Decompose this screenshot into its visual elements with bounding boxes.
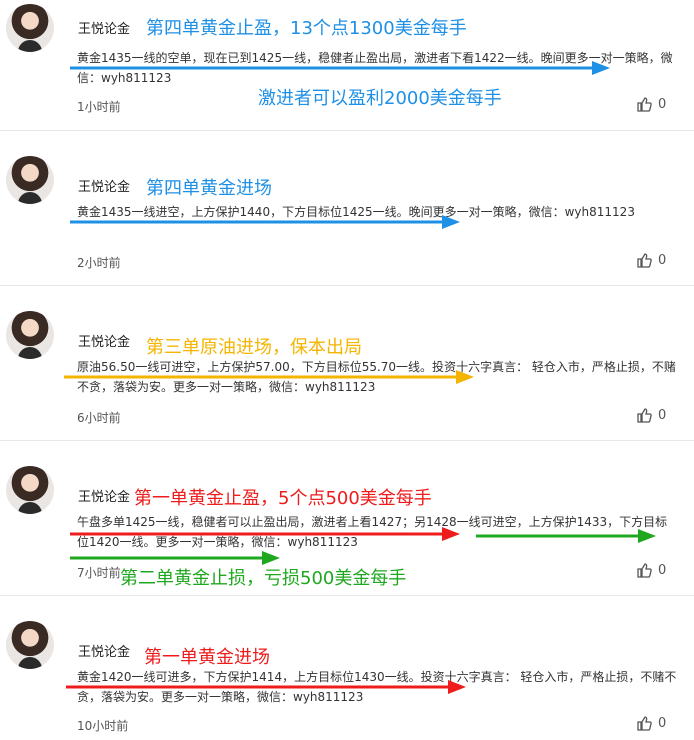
divider xyxy=(0,595,694,596)
thumbs-up-icon xyxy=(637,97,652,112)
like-button[interactable]: 0 xyxy=(636,252,666,268)
divider xyxy=(0,440,694,441)
arrow-blue xyxy=(70,215,460,229)
author-name[interactable]: 王悦论金 xyxy=(78,176,130,195)
like-count: 0 xyxy=(658,562,667,578)
avatar[interactable] xyxy=(6,4,54,52)
arrow-blue xyxy=(70,61,610,75)
divider xyxy=(0,285,694,286)
avatar[interactable] xyxy=(6,621,54,669)
avatar[interactable] xyxy=(6,466,54,514)
annotation-secondary: 激进者可以盈利2000美金每手 xyxy=(258,88,502,109)
annotation: 第四单黄金进场 xyxy=(146,178,272,199)
like-count: 0 xyxy=(658,252,667,268)
author-name[interactable]: 王悦论金 xyxy=(78,641,130,660)
avatar[interactable] xyxy=(6,156,54,204)
author-name[interactable]: 王悦论金 xyxy=(78,331,130,350)
post-card: 王悦论金 第四单黄金进场 黄金1435一线进空，上方保护1440，下方目标位14… xyxy=(0,150,694,285)
post-card: 王悦论金 第三单原油进场，保本出局 原油56.50一线可进空，上方保护57.00… xyxy=(0,305,694,440)
divider xyxy=(0,130,694,131)
post-card: 王悦论金 第一单黄金止盈，5个点500美金每手 午盘多单1425一线，稳健者可以… xyxy=(0,460,694,595)
like-count: 0 xyxy=(658,715,667,731)
like-count: 0 xyxy=(658,96,667,112)
author-name[interactable]: 王悦论金 xyxy=(78,18,130,37)
avatar[interactable] xyxy=(6,311,54,359)
thumbs-up-icon xyxy=(637,408,652,423)
like-button[interactable]: 0 xyxy=(636,715,666,731)
arrow-green xyxy=(476,529,656,543)
thumbs-up-icon xyxy=(637,716,652,731)
post-card: 王悦论金 第四单黄金止盈，13个点1300美金每手 黄金1435一线的空单，现在… xyxy=(0,0,694,130)
arrow-red xyxy=(70,527,460,541)
thumbs-up-icon xyxy=(637,563,652,578)
annotation: 第四单黄金止盈，13个点1300美金每手 xyxy=(146,18,467,39)
post-card: 王悦论金 第一单黄金进场 黄金1420一线可进多，下方保护1414，上方目标位1… xyxy=(0,615,694,740)
like-button[interactable]: 0 xyxy=(636,407,666,423)
post-time: 6小时前 xyxy=(77,411,121,425)
like-count: 0 xyxy=(658,407,667,423)
annotation: 第一单黄金进场 xyxy=(144,647,270,668)
arrow-orange xyxy=(64,370,474,384)
post-time: 1小时前 xyxy=(77,100,121,114)
arrow-red xyxy=(66,680,466,694)
author-name[interactable]: 王悦论金 xyxy=(78,486,130,505)
annotation: 第一单黄金止盈，5个点500美金每手 xyxy=(134,488,432,509)
annotation-secondary: 第二单黄金止损，亏损500美金每手 xyxy=(120,568,407,589)
post-time: 7小时前 xyxy=(77,566,121,580)
post-time: 10小时前 xyxy=(77,719,129,733)
post-time: 2小时前 xyxy=(77,256,121,270)
like-button[interactable]: 0 xyxy=(636,562,666,578)
annotation: 第三单原油进场，保本出局 xyxy=(146,337,362,358)
thumbs-up-icon xyxy=(637,253,652,268)
like-button[interactable]: 0 xyxy=(636,96,666,112)
